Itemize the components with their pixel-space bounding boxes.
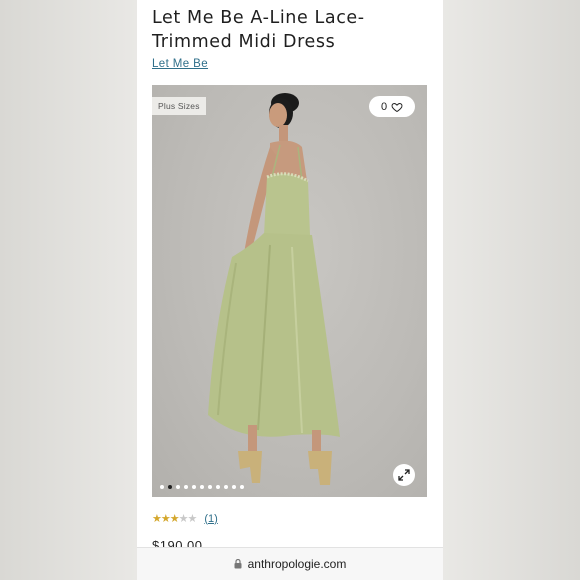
plus-sizes-badge: Plus Sizes [152, 97, 206, 115]
brand-link[interactable]: Let Me Be [152, 58, 208, 70]
carousel-dot[interactable] [208, 485, 212, 489]
rating-stars: ★★★★★ [152, 512, 198, 525]
lock-icon [234, 559, 242, 569]
carousel-dot[interactable] [216, 485, 220, 489]
carousel-dot[interactable] [232, 485, 236, 489]
star-icon: ★ [187, 513, 198, 525]
expand-button[interactable] [393, 464, 415, 486]
star-icon: ★ [160, 513, 171, 525]
product-image-carousel[interactable]: Plus Sizes 0 [152, 85, 427, 497]
carousel-dot[interactable] [160, 485, 164, 489]
favorite-count: 0 [380, 100, 388, 113]
expand-icon [398, 469, 410, 481]
heart-icon [391, 102, 403, 112]
background-right [443, 0, 580, 580]
carousel-dot[interactable] [224, 485, 228, 489]
carousel-dot[interactable] [184, 485, 188, 489]
product-page: Let Me Be A-Line Lace-Trimmed Midi Dress… [137, 0, 443, 580]
carousel-dot[interactable] [200, 485, 204, 489]
star-icon: ★ [178, 513, 189, 525]
browser-url: anthropologie.com [247, 557, 347, 571]
carousel-dot[interactable] [168, 485, 172, 489]
product-rating: ★★★★★ (1) [152, 512, 218, 526]
favorite-button[interactable]: 0 [369, 96, 415, 117]
review-count-link[interactable]: (1) [204, 513, 217, 525]
star-icon: ★ [169, 513, 180, 525]
carousel-dot[interactable] [176, 485, 180, 489]
product-photo [208, 93, 340, 485]
carousel-dots[interactable] [160, 485, 244, 489]
background-left [0, 0, 137, 580]
carousel-dot[interactable] [192, 485, 196, 489]
carousel-dot[interactable] [240, 485, 244, 489]
star-icon: ★ [152, 513, 162, 525]
product-title: Let Me Be A-Line Lace-Trimmed Midi Dress [152, 8, 365, 52]
browser-url-bar[interactable]: anthropologie.com [137, 547, 443, 580]
